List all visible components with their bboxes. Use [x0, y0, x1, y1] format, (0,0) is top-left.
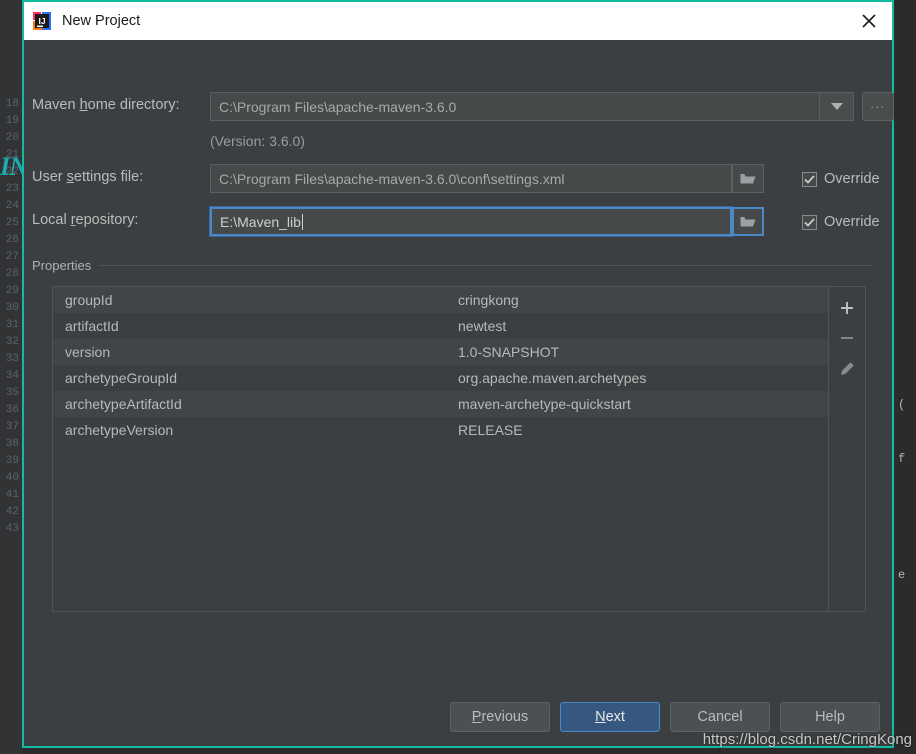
table-row[interactable]: artifactIdnewtest	[53, 313, 828, 339]
maven-home-browse-button[interactable]: ...	[862, 92, 894, 121]
properties-panel: groupIdcringkongartifactIdnewtestversion…	[52, 286, 866, 612]
gutter-line-number: 40	[0, 470, 22, 487]
help-button[interactable]: Help	[780, 702, 880, 732]
properties-group-separator: Properties	[32, 258, 872, 273]
background-code-snippet: f	[898, 452, 905, 466]
checkbox-checked-icon	[802, 215, 817, 230]
gutter-line-number: 26	[0, 232, 22, 249]
table-row[interactable]: archetypeGroupIdorg.apache.maven.archety…	[53, 365, 828, 391]
property-value-cell: RELEASE	[458, 422, 828, 438]
user-settings-label: User settings file:	[32, 169, 143, 185]
plus-icon[interactable]	[833, 293, 861, 323]
property-key-cell: artifactId	[53, 318, 458, 334]
properties-table[interactable]: groupIdcringkongartifactIdnewtestversion…	[53, 287, 829, 611]
table-row[interactable]: archetypeVersionRELEASE	[53, 417, 828, 443]
local-repository-override-checkbox[interactable]: Override	[802, 214, 880, 230]
gutter-line-number: 43	[0, 521, 22, 538]
gutter-line-number: 34	[0, 368, 22, 385]
gutter-line-number: 23	[0, 181, 22, 198]
gutter-line-number: 31	[0, 317, 22, 334]
gutter-line-number: 35	[0, 385, 22, 402]
dialog-body: Maven home directory: C:\Program Files\a…	[24, 40, 892, 746]
checkbox-checked-icon	[802, 172, 817, 187]
property-key-cell: archetypeGroupId	[53, 370, 458, 386]
background-code-snippet: (	[898, 398, 905, 412]
chevron-down-icon[interactable]	[820, 92, 854, 121]
background-code-snippet: e	[898, 568, 905, 582]
dialog-title: New Project	[62, 13, 140, 29]
property-value-cell: 1.0-SNAPSHOT	[458, 344, 828, 360]
gutter-line-number: 24	[0, 198, 22, 215]
cancel-button[interactable]: Cancel	[670, 702, 770, 732]
gutter-line-number: 27	[0, 249, 22, 266]
gutter-line-number: 29	[0, 283, 22, 300]
folder-icon[interactable]	[732, 164, 764, 193]
properties-toolbar	[829, 287, 865, 611]
dialog-titlebar: IJ New Project	[24, 2, 892, 40]
gutter-line-number: 39	[0, 453, 22, 470]
gutter-line-number: 37	[0, 419, 22, 436]
table-row[interactable]: groupIdcringkong	[53, 287, 828, 313]
pencil-icon[interactable]	[833, 353, 861, 383]
gutter-line-number: 20	[0, 130, 22, 147]
user-settings-override-label: Override	[824, 171, 880, 187]
intellij-idea-icon: IJ	[32, 11, 52, 31]
minus-icon[interactable]	[833, 323, 861, 353]
close-icon[interactable]	[846, 2, 892, 40]
table-row[interactable]: version1.0-SNAPSHOT	[53, 339, 828, 365]
gutter-line-number: 25	[0, 215, 22, 232]
editor-gutter-line-numbers: 1819202122232425262728293031323334353637…	[0, 0, 22, 754]
gutter-line-number: 28	[0, 266, 22, 283]
property-key-cell: groupId	[53, 292, 458, 308]
svg-text:IJ: IJ	[38, 16, 45, 26]
text-caret	[302, 214, 303, 230]
separator-line	[98, 265, 872, 266]
gutter-line-number: 41	[0, 487, 22, 504]
new-project-dialog: IJ New Project Maven home directory: C:\…	[22, 0, 894, 748]
property-value-cell: org.apache.maven.archetypes	[458, 370, 828, 386]
gutter-line-number: 36	[0, 402, 22, 419]
user-settings-input[interactable]: C:\Program Files\apache-maven-3.6.0\conf…	[210, 164, 732, 193]
gutter-line-number: 32	[0, 334, 22, 351]
properties-group-label: Properties	[32, 258, 98, 273]
property-value-cell: newtest	[458, 318, 828, 334]
user-settings-override-checkbox[interactable]: Override	[802, 171, 880, 187]
gutter-line-number: 30	[0, 300, 22, 317]
gutter-line-number: 33	[0, 351, 22, 368]
previous-button[interactable]: Previous	[450, 702, 550, 732]
local-repository-label: Local repository:	[32, 212, 138, 228]
folder-icon[interactable]	[732, 207, 764, 236]
maven-version-note: (Version: 3.6.0)	[210, 133, 305, 149]
local-repository-override-label: Override	[824, 214, 880, 230]
property-value-cell: cringkong	[458, 292, 828, 308]
table-row[interactable]: archetypeArtifactIdmaven-archetype-quick…	[53, 391, 828, 417]
gutter-line-number: 38	[0, 436, 22, 453]
gutter-line-number: 19	[0, 113, 22, 130]
property-key-cell: archetypeArtifactId	[53, 396, 458, 412]
maven-home-input[interactable]: C:\Program Files\apache-maven-3.6.0	[210, 92, 820, 121]
local-repository-input[interactable]: E:\Maven_lib	[210, 207, 732, 236]
property-value-cell: maven-archetype-quickstart	[458, 396, 828, 412]
property-key-cell: archetypeVersion	[53, 422, 458, 438]
next-button[interactable]: Next	[560, 702, 660, 732]
maven-home-label: Maven home directory:	[32, 97, 180, 113]
property-key-cell: version	[53, 344, 458, 360]
gutter-line-number: 18	[0, 96, 22, 113]
gutter-line-number: 42	[0, 504, 22, 521]
dialog-footer: Previous Next Cancel Help	[24, 702, 892, 732]
